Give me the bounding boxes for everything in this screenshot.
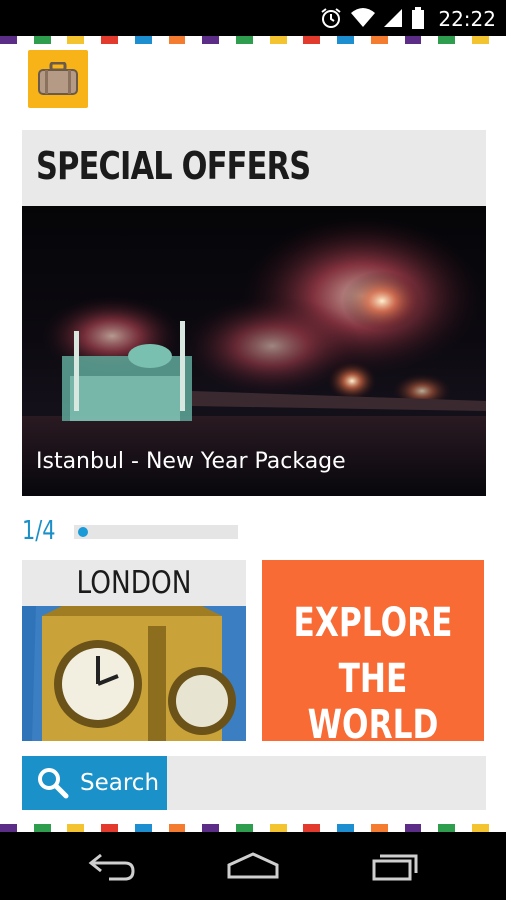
explore-line2: THE WORLD bbox=[307, 656, 439, 748]
stripe-segment bbox=[438, 824, 456, 832]
explore-the-world-tile[interactable]: EXPLORE THE WORLD bbox=[262, 560, 484, 748]
stripe-segment bbox=[303, 36, 321, 44]
stripe-segment bbox=[33, 824, 51, 832]
stripe-segment bbox=[33, 36, 51, 44]
app-logo-button[interactable] bbox=[28, 50, 88, 108]
stripe-segment bbox=[168, 36, 186, 44]
stripe-segment bbox=[455, 36, 473, 44]
navigation-bar bbox=[0, 832, 506, 900]
search-button[interactable]: Search bbox=[22, 756, 167, 810]
stripe-segment bbox=[421, 824, 439, 832]
recent-apps-button[interactable] bbox=[365, 846, 425, 886]
stripe-segment bbox=[151, 824, 169, 832]
stripe-segment bbox=[84, 36, 102, 44]
stripe-segment bbox=[0, 36, 17, 44]
status-icons bbox=[320, 7, 424, 29]
stripe-segment bbox=[118, 36, 135, 44]
stripe-segment bbox=[421, 36, 439, 44]
stripe-segment bbox=[387, 824, 405, 832]
pager-label: 1/4 bbox=[22, 516, 56, 546]
stripe-segment bbox=[320, 36, 338, 44]
home-icon bbox=[227, 852, 279, 879]
stripe-segment bbox=[252, 36, 270, 44]
stripe-segment bbox=[455, 824, 473, 832]
stripe-segment bbox=[219, 824, 237, 832]
stripe-segment bbox=[252, 824, 270, 832]
stripe-segment bbox=[236, 36, 253, 44]
top-color-stripe bbox=[0, 36, 506, 44]
pager-track[interactable] bbox=[74, 525, 238, 539]
stripe-segment bbox=[101, 36, 119, 44]
stripe-segment bbox=[269, 824, 287, 832]
stripe-segment bbox=[472, 824, 489, 832]
special-offers-title: SPECIAL OFFERS bbox=[36, 144, 311, 188]
stripe-segment bbox=[438, 36, 456, 44]
stripe-segment bbox=[0, 824, 17, 832]
stripe-segment bbox=[337, 36, 355, 44]
bottom-color-stripe bbox=[0, 824, 506, 832]
signal-icon bbox=[384, 9, 402, 27]
big-ben-image bbox=[22, 606, 246, 741]
wifi-icon bbox=[351, 8, 375, 27]
stripe-segment bbox=[16, 36, 34, 44]
search-icon bbox=[38, 768, 69, 799]
stripe-segment bbox=[370, 36, 388, 44]
stripe-segment bbox=[269, 36, 287, 44]
stripe-segment bbox=[286, 824, 304, 832]
stripe-segment bbox=[387, 36, 405, 44]
london-tile[interactable]: LONDON bbox=[22, 560, 246, 741]
offer-caption: Istanbul - New Year Package bbox=[36, 449, 346, 474]
stripe-segment bbox=[472, 36, 489, 44]
stripe-segment bbox=[488, 36, 506, 44]
suitcase-icon bbox=[38, 62, 78, 95]
stripe-segment bbox=[236, 824, 253, 832]
alarm-icon bbox=[321, 8, 341, 28]
stripe-segment bbox=[101, 824, 119, 832]
back-button[interactable] bbox=[82, 846, 142, 886]
pager-indicator bbox=[78, 527, 88, 537]
home-button[interactable] bbox=[223, 846, 283, 886]
stripe-segment bbox=[202, 36, 220, 44]
stripe-segment bbox=[134, 824, 152, 832]
back-icon bbox=[88, 853, 135, 881]
stripe-segment bbox=[185, 36, 203, 44]
recent-apps-icon bbox=[372, 854, 418, 881]
stripe-segment bbox=[354, 824, 371, 832]
stripe-segment bbox=[168, 824, 186, 832]
stripe-segment bbox=[488, 824, 506, 832]
stripe-segment bbox=[202, 824, 220, 832]
explore-line1: EXPLORE bbox=[293, 600, 453, 646]
stripe-segment bbox=[404, 824, 422, 832]
status-time: 22:22 bbox=[438, 7, 496, 31]
stripe-segment bbox=[118, 824, 135, 832]
battery-icon bbox=[412, 7, 424, 29]
stripe-segment bbox=[50, 824, 68, 832]
stripe-segment bbox=[370, 824, 388, 832]
stripe-segment bbox=[320, 824, 338, 832]
london-label: LONDON bbox=[76, 565, 192, 601]
stripe-segment bbox=[337, 824, 355, 832]
stripe-segment bbox=[286, 36, 304, 44]
stripe-segment bbox=[151, 36, 169, 44]
stripe-segment bbox=[134, 36, 152, 44]
stripe-segment bbox=[50, 36, 68, 44]
stripe-segment bbox=[185, 824, 203, 832]
stripe-segment bbox=[303, 824, 321, 832]
stripe-segment bbox=[404, 36, 422, 44]
stripe-segment bbox=[84, 824, 102, 832]
stripe-segment bbox=[67, 36, 85, 44]
stripe-segment bbox=[219, 36, 237, 44]
special-offers-header: SPECIAL OFFERS bbox=[22, 130, 486, 206]
search-label: Search bbox=[80, 770, 160, 796]
offer-pager: 1/4 bbox=[22, 516, 242, 548]
stripe-segment bbox=[67, 824, 85, 832]
stripe-segment bbox=[16, 824, 34, 832]
stripe-segment bbox=[354, 36, 371, 44]
search-bar[interactable]: Search bbox=[22, 756, 486, 810]
status-bar: 22:22 bbox=[0, 0, 506, 36]
offer-slide[interactable]: Istanbul - New Year Package bbox=[22, 206, 486, 496]
